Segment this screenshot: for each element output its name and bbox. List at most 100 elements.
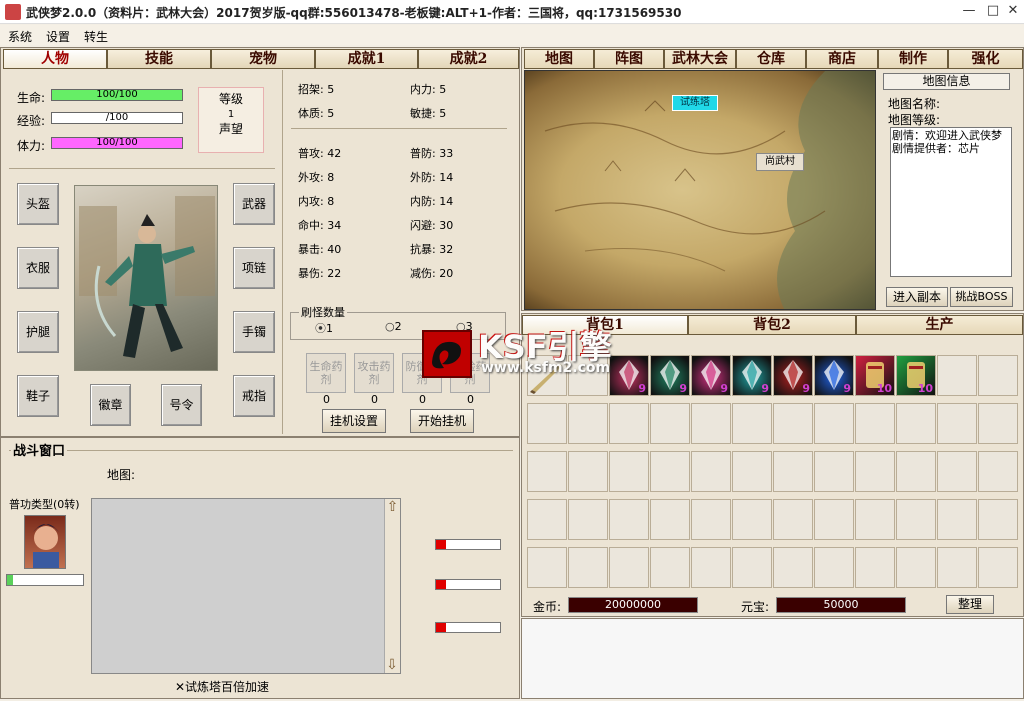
bag-slot[interactable] — [773, 499, 813, 540]
tab-shop[interactable]: 商店 — [806, 49, 878, 69]
bag-slot[interactable]: 9 — [650, 355, 690, 396]
bag-slot[interactable] — [773, 451, 813, 492]
bag-slot[interactable]: 9 — [609, 355, 649, 396]
bag-slot[interactable] — [937, 547, 977, 588]
scroll-up-arrow-icon[interactable]: ⇧ — [385, 499, 400, 515]
bag-slot[interactable] — [609, 451, 649, 492]
bag-slot[interactable] — [732, 499, 772, 540]
bag-slot[interactable]: 9 — [814, 355, 854, 396]
tab-warehouse[interactable]: 仓库 — [736, 49, 806, 69]
bag-slot[interactable] — [691, 451, 731, 492]
bag-slot[interactable] — [568, 547, 608, 588]
battle-log[interactable]: ⇧ ⇩ — [91, 498, 401, 674]
world-map[interactable]: 试练塔 尚武村 — [524, 70, 876, 310]
tab-enhance[interactable]: 强化 — [948, 49, 1023, 69]
bag-slot[interactable] — [814, 499, 854, 540]
bag-slot[interactable] — [896, 547, 936, 588]
challenge-boss-button[interactable]: 挑战BOSS — [950, 287, 1013, 307]
sort-bag-button[interactable]: 整理 — [946, 595, 994, 614]
bag-slot[interactable] — [732, 451, 772, 492]
bag-slot[interactable] — [978, 355, 1018, 396]
bag-slot[interactable] — [978, 403, 1018, 444]
tab-production[interactable]: 生产 — [856, 315, 1023, 335]
tab-bag-2[interactable]: 背包2 — [688, 315, 856, 335]
bag-slot[interactable] — [896, 499, 936, 540]
bag-slot[interactable] — [691, 499, 731, 540]
bag-slot[interactable] — [855, 499, 895, 540]
grind-option-1[interactable]: ⦿1 — [315, 320, 333, 336]
bag-slot[interactable] — [978, 451, 1018, 492]
tab-formation[interactable]: 阵图 — [594, 49, 664, 69]
grind-option-2[interactable]: ○2 — [385, 320, 402, 333]
bag-slot[interactable] — [896, 451, 936, 492]
bag-slot[interactable] — [609, 547, 649, 588]
enter-dungeon-button[interactable]: 进入副本 — [886, 287, 948, 307]
menu-rebirth[interactable]: 转生 — [84, 28, 108, 45]
bag-slot[interactable] — [650, 451, 690, 492]
bag-slot[interactable]: 9 — [773, 355, 813, 396]
tab-achievement-2[interactable]: 成就2 — [418, 49, 519, 69]
equip-weapon-slot[interactable]: 武器 — [233, 183, 275, 225]
hp-potion-button[interactable]: 生命药剂 — [306, 353, 346, 393]
map-marker-shangwu-village[interactable]: 尚武村 — [756, 153, 804, 171]
equip-ring-slot[interactable]: 戒指 — [233, 375, 275, 417]
menu-settings[interactable]: 设置 — [46, 28, 70, 45]
bag-slot[interactable]: 9 — [732, 355, 772, 396]
bag-slot[interactable] — [732, 547, 772, 588]
tab-character[interactable]: 人物 — [3, 49, 107, 69]
bag-slot[interactable]: 10 — [855, 355, 895, 396]
tab-martial-conference[interactable]: 武林大会 — [664, 49, 736, 69]
bag-slot[interactable] — [527, 403, 567, 444]
equip-legs-slot[interactable]: 护腿 — [17, 311, 59, 353]
bag-slot[interactable] — [773, 547, 813, 588]
equip-clothes-slot[interactable]: 衣服 — [17, 247, 59, 289]
bag-slot[interactable] — [527, 547, 567, 588]
equip-shoes-slot[interactable]: 鞋子 — [17, 375, 59, 417]
bag-slot[interactable] — [609, 499, 649, 540]
battle-log-scrollbar[interactable]: ⇧ ⇩ — [384, 499, 400, 673]
bag-slot[interactable] — [527, 499, 567, 540]
bag-slot[interactable] — [896, 403, 936, 444]
tab-map[interactable]: 地图 — [524, 49, 594, 69]
bag-slot[interactable] — [527, 451, 567, 492]
bag-slot[interactable] — [814, 547, 854, 588]
bag-slot[interactable] — [568, 499, 608, 540]
equip-badge-slot[interactable]: 徽章 — [90, 384, 131, 426]
maximize-button[interactable]: □ — [982, 2, 1004, 22]
equip-necklace-slot[interactable]: 项链 — [233, 247, 275, 289]
bag-slot[interactable] — [568, 451, 608, 492]
start-auto-button[interactable]: 开始挂机 — [410, 409, 474, 433]
equip-helmet-slot[interactable]: 头盔 — [17, 183, 59, 225]
tower-speedup-checkbox[interactable]: ✕试炼塔百倍加速 — [175, 678, 269, 695]
bag-slot[interactable] — [609, 403, 649, 444]
bag-slot[interactable] — [568, 403, 608, 444]
menu-system[interactable]: 系统 — [8, 28, 32, 45]
bag-slot[interactable] — [978, 547, 1018, 588]
bag-slot[interactable] — [937, 499, 977, 540]
bag-slot[interactable] — [732, 403, 772, 444]
tab-craft[interactable]: 制作 — [878, 49, 948, 69]
equip-order-slot[interactable]: 号令 — [161, 384, 202, 426]
bag-slot[interactable] — [937, 403, 977, 444]
bag-slot[interactable] — [773, 403, 813, 444]
minimize-button[interactable]: — — [958, 2, 980, 22]
bag-slot[interactable] — [650, 547, 690, 588]
bag-slot[interactable] — [691, 403, 731, 444]
scroll-down-arrow-icon[interactable]: ⇩ — [385, 657, 399, 673]
bag-slot[interactable] — [814, 451, 854, 492]
bag-slot[interactable] — [650, 499, 690, 540]
bag-slot[interactable]: 10 — [896, 355, 936, 396]
tab-skills[interactable]: 技能 — [107, 49, 211, 69]
tab-pets[interactable]: 宠物 — [211, 49, 315, 69]
equip-bracelet-slot[interactable]: 手镯 — [233, 311, 275, 353]
map-marker-trial-tower[interactable]: 试练塔 — [672, 95, 718, 111]
attack-potion-button[interactable]: 攻击药剂 — [354, 353, 394, 393]
close-button[interactable]: ✕ — [1002, 2, 1024, 22]
bag-slot[interactable] — [937, 355, 977, 396]
auto-settings-button[interactable]: 挂机设置 — [322, 409, 386, 433]
bag-slot[interactable] — [937, 451, 977, 492]
bag-slot[interactable] — [650, 403, 690, 444]
bag-slot[interactable] — [978, 499, 1018, 540]
bag-slot[interactable] — [814, 403, 854, 444]
bag-slot[interactable] — [855, 403, 895, 444]
